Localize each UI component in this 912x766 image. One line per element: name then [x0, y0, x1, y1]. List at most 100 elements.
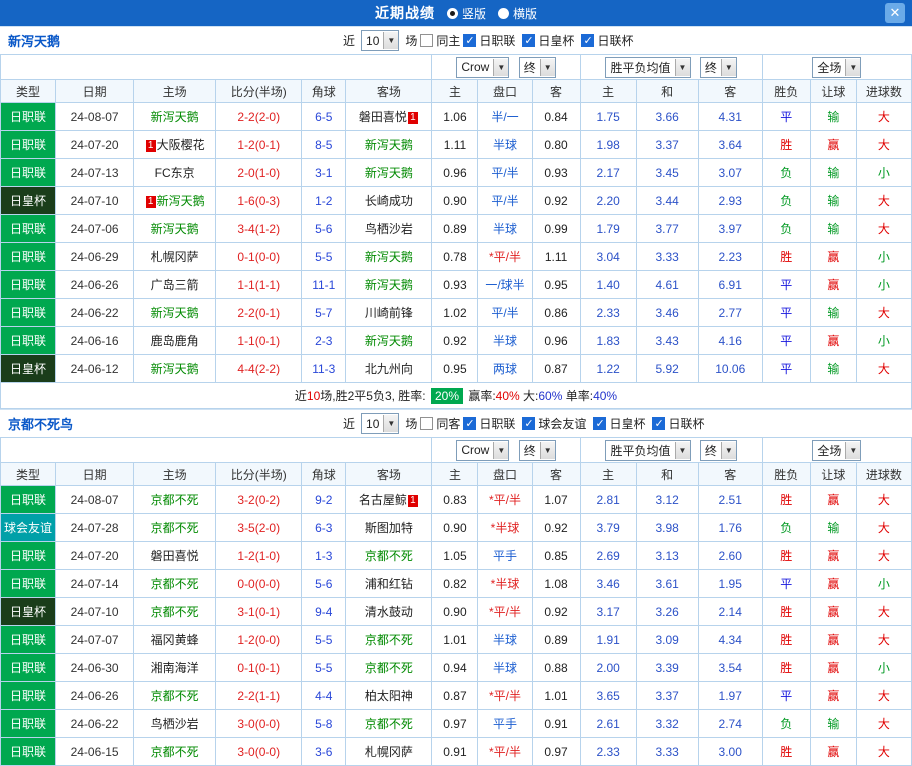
home-team-cell[interactable]: 京都不死 — [133, 681, 217, 710]
home-team-cell[interactable]: 新泻天鹅 — [133, 354, 217, 383]
home-team-cell[interactable]: 1 新泻天鹅 — [133, 186, 217, 215]
home-team-cell[interactable]: 京都不死 — [133, 597, 217, 626]
home-team-cell[interactable]: 新泻天鹅 — [133, 298, 217, 327]
corner-cell: 1-2 — [301, 186, 347, 215]
home-team-cell[interactable]: 京都不死 — [133, 737, 217, 766]
away-team-cell[interactable]: 北九州向 — [345, 354, 433, 383]
match-row[interactable]: 日皇杯 24-07-10 京都不死 3-1(0-1) 9-4 清水鼓动 0.90… — [0, 597, 912, 626]
match-row[interactable]: 日职联 24-06-26 京都不死 2-2(1-1) 4-4 柏太阳神 0.87… — [0, 681, 912, 710]
home-team-cell[interactable]: 京都不死 — [133, 485, 217, 514]
odds-away-cell: 3.54 — [697, 653, 763, 682]
match-row[interactable]: 日职联 24-07-14 京都不死 0-0(0-0) 5-6 浦和红钻 0.82… — [0, 569, 912, 598]
col-ah-home: 主 — [431, 79, 479, 103]
vertical-layout-radio[interactable] — [446, 7, 458, 19]
match-row[interactable]: 日职联 24-07-20 磐田喜悦 1-2(1-0) 1-3 京都不死 1.05… — [0, 541, 912, 570]
goals-result-cell: 大 — [855, 298, 912, 327]
same-venue-checkbox[interactable] — [420, 417, 434, 430]
league-type-cell: 日职联 — [0, 298, 57, 327]
away-team-cell[interactable]: 京都不死 — [345, 653, 433, 682]
away-team-cell[interactable]: 浦和红钻 — [345, 569, 433, 598]
odds-final-select[interactable]: 终 ▼ — [699, 439, 737, 461]
recent-count-select[interactable]: 10 ▼ — [361, 30, 400, 51]
team-name: 新泻天鹅 — [150, 110, 199, 124]
match-row[interactable]: 日职联 24-08-07 新泻天鹅 2-2(2-0) 6-5 磐田喜悦 1 1.0… — [0, 102, 912, 131]
away-team-cell[interactable]: 磐田喜悦 1 — [345, 102, 433, 131]
handicap-result-cell: 赢 — [809, 737, 857, 766]
match-row[interactable]: 日职联 24-06-15 京都不死 3-0(0-0) 3-6 札幌冈萨 0.91… — [0, 737, 912, 766]
match-row[interactable]: 日职联 24-06-26 广岛三箭 1-1(1-1) 11-1 新泻天鹅 0.9… — [0, 270, 912, 299]
match-row[interactable]: 日职联 24-06-30 湘南海洋 0-1(0-1) 5-5 京都不死 0.94… — [0, 653, 912, 682]
match-row[interactable]: 日职联 24-07-06 新泻天鹅 3-4(1-2) 5-6 鸟栖沙岩 0.89… — [0, 214, 912, 243]
league-type-cell: 日职联 — [0, 242, 57, 271]
home-team-cell[interactable]: 京都不死 — [133, 513, 217, 542]
match-row[interactable]: 日职联 24-07-07 福冈黄蜂 1-2(0-0) 5-5 京都不死 1.01… — [0, 625, 912, 654]
home-team-cell[interactable]: 湘南海洋 — [133, 653, 217, 682]
league-checkbox[interactable] — [522, 34, 536, 47]
home-team-cell[interactable]: 新泻天鹅 — [133, 214, 217, 243]
match-row[interactable]: 日皇杯 24-07-10 1 新泻天鹅 1-6(0-3) 1-2 长崎成功 0.9… — [0, 186, 912, 215]
away-team-cell[interactable]: 川崎前锋 — [345, 298, 433, 327]
home-team-cell[interactable]: 鸟栖沙岩 — [133, 709, 217, 738]
away-team-cell[interactable]: 长崎成功 — [345, 186, 433, 215]
recent-label: 近 — [343, 34, 356, 48]
result-cell: 负 — [761, 158, 811, 187]
away-team-cell[interactable]: 京都不死 — [345, 709, 433, 738]
chevron-down-icon: ▼ — [539, 58, 555, 76]
chevron-down-icon: ▼ — [720, 58, 736, 76]
odds-average-select[interactable]: 胜平负均值 ▼ — [605, 439, 691, 461]
league-checkbox[interactable] — [652, 417, 666, 430]
home-team-cell[interactable]: 鹿岛鹿角 — [133, 326, 217, 355]
away-team-cell[interactable]: 新泻天鹅 — [345, 242, 433, 271]
match-row[interactable]: 日职联 24-06-16 鹿岛鹿角 1-1(0-1) 2-3 新泻天鹅 0.92… — [0, 326, 912, 355]
corner-cell: 5-5 — [301, 653, 347, 682]
away-team-cell[interactable]: 柏太阳神 — [345, 681, 433, 710]
match-row[interactable]: 日职联 24-06-29 札幌冈萨 0-1(0-0) 5-5 新泻天鹅 0.78… — [0, 242, 912, 271]
home-team-cell[interactable]: FC东京 — [133, 158, 217, 187]
league-checkbox[interactable] — [593, 417, 607, 430]
away-team-cell[interactable]: 清水鼓动 — [345, 597, 433, 626]
bookmaker-select[interactable]: Crow ▼ — [456, 439, 510, 461]
away-team-cell[interactable]: 新泻天鹅 — [345, 270, 433, 299]
match-row[interactable]: 日职联 24-07-13 FC东京 2-0(1-0) 3-1 新泻天鹅 0.96… — [0, 158, 912, 187]
home-team-cell[interactable]: 札幌冈萨 — [133, 242, 217, 271]
match-row[interactable]: 日职联 24-06-22 新泻天鹅 2-2(0-1) 5-7 川崎前锋 1.02… — [0, 298, 912, 327]
away-team-cell[interactable]: 名古屋鲸 1 — [345, 485, 433, 514]
home-team-cell[interactable]: 福冈黄蜂 — [133, 625, 217, 654]
close-icon[interactable]: ✕ — [885, 3, 905, 23]
odds-final-select[interactable]: 终 ▼ — [699, 56, 737, 78]
handicap-final-select[interactable]: 终 ▼ — [518, 56, 556, 78]
away-team-cell[interactable]: 鸟栖沙岩 — [345, 214, 433, 243]
odds-away-cell: 3.00 — [697, 737, 763, 766]
recent-count-select[interactable]: 10 ▼ — [361, 413, 400, 434]
away-team-cell[interactable]: 新泻天鹅 — [345, 326, 433, 355]
scope-select[interactable]: 全场 ▼ — [812, 56, 862, 78]
home-team-cell[interactable]: 1 大阪樱花 — [133, 130, 217, 159]
home-team-cell[interactable]: 广岛三箭 — [133, 270, 217, 299]
league-checkbox[interactable] — [581, 34, 595, 47]
match-row[interactable]: 日职联 24-07-20 1 大阪樱花 1-2(0-1) 8-5 新泻天鹅 1.1… — [0, 130, 912, 159]
same-venue-checkbox[interactable] — [420, 34, 434, 47]
away-team-cell[interactable]: 札幌冈萨 — [345, 737, 433, 766]
title-bar: 近期战绩 竖版 横版 ✕ — [0, 0, 912, 26]
away-team-cell[interactable]: 斯图加特 — [345, 513, 433, 542]
scope-select[interactable]: 全场 ▼ — [812, 439, 862, 461]
away-team-cell[interactable]: 新泻天鹅 — [345, 130, 433, 159]
home-team-cell[interactable]: 新泻天鹅 — [133, 102, 217, 131]
home-team-cell[interactable]: 磐田喜悦 — [133, 541, 217, 570]
league-checkbox[interactable] — [463, 34, 477, 47]
match-row[interactable]: 日皇杯 24-06-12 新泻天鹅 4-4(2-2) 11-3 北九州向 0.9… — [0, 354, 912, 383]
away-team-cell[interactable]: 新泻天鹅 — [345, 158, 433, 187]
match-row[interactable]: 日职联 24-06-22 鸟栖沙岩 3-0(0-0) 5-8 京都不死 0.97… — [0, 709, 912, 738]
odds-average-select[interactable]: 胜平负均值 ▼ — [605, 56, 691, 78]
league-checkbox[interactable] — [522, 417, 536, 430]
home-team-cell[interactable]: 京都不死 — [133, 569, 217, 598]
league-checkbox[interactable] — [463, 417, 477, 430]
handicap-result-cell: 赢 — [809, 597, 857, 626]
away-team-cell[interactable]: 京都不死 — [345, 541, 433, 570]
match-row[interactable]: 球会友谊 24-07-28 京都不死 3-5(2-0) 6-3 斯图加特 0.9… — [0, 513, 912, 542]
away-team-cell[interactable]: 京都不死 — [345, 625, 433, 654]
bookmaker-select[interactable]: Crow ▼ — [456, 56, 510, 78]
handicap-final-select[interactable]: 终 ▼ — [518, 439, 556, 461]
match-row[interactable]: 日职联 24-08-07 京都不死 3-2(0-2) 9-2 名古屋鲸 1 0.8… — [0, 485, 912, 514]
horizontal-layout-radio[interactable] — [498, 7, 509, 19]
